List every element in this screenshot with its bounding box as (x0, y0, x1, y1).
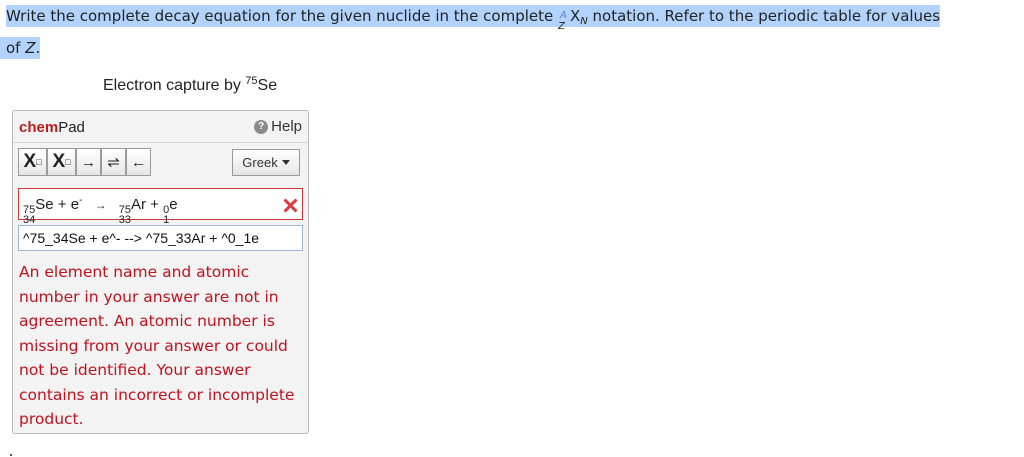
notation-neutron-number: N (580, 16, 588, 27)
notation-symbol: X (570, 7, 581, 25)
equilibrium-arrow-button[interactable]: ⇌ (101, 148, 126, 176)
question-line1-prefix: Write the complete decay equation for th… (6, 7, 558, 25)
reactant-atomic: 34 (23, 214, 36, 226)
question-line2-prefix: of (6, 39, 26, 57)
subscript-x-glyph: X (23, 151, 37, 172)
question-line1-suffix: notation. Refer to the periodic table fo… (587, 7, 941, 25)
right-arrow-button[interactable]: → (76, 148, 101, 176)
particle-atomic: 1 (163, 214, 170, 226)
plus-sign: + (150, 196, 159, 213)
subscript-button[interactable]: X □ (18, 148, 47, 176)
stray-dot (10, 454, 12, 456)
prompt-element: Se (257, 77, 278, 94)
subscript-box-glyph: □ (36, 157, 42, 167)
product-symbol: Ar (131, 196, 146, 213)
product-nuclide: 75 33 Ar (118, 196, 146, 226)
equation-display[interactable]: 75 34 Se + e- → 75 33 Ar + 01e (18, 188, 303, 226)
reactant-nuclide: 75 34 Se (23, 196, 54, 226)
chempad-title-chem: chem (19, 119, 59, 136)
chempad-toolbar: X □ X □ → ⇌ ← (18, 148, 151, 176)
reactant-symbol: Se (35, 196, 54, 213)
right-arrow-icon: → (81, 153, 96, 171)
problem-prompt: Electron capture by 75Se (103, 75, 278, 95)
prompt-text: Electron capture by (103, 77, 246, 94)
notation-prescripts: AZ (558, 8, 570, 32)
prompt-mass-number: 75 (245, 75, 258, 87)
electron: e- (70, 195, 83, 213)
chempad-title-pad: Pad (58, 119, 85, 136)
left-arrow-button[interactable]: ← (126, 148, 151, 176)
equilibrium-arrow-icon: ⇌ (107, 154, 120, 171)
help-label: Help (271, 118, 302, 135)
plus-sign: + (57, 196, 67, 213)
chempad-title: chemPad (19, 119, 85, 136)
question-line2-suffix: . (35, 39, 41, 57)
left-arrow-icon: ← (131, 153, 146, 171)
reaction-arrow-icon: → (94, 198, 107, 212)
incorrect-x-icon (282, 197, 298, 213)
caret-down-icon (281, 160, 290, 165)
product-particle: 01e (163, 196, 178, 226)
question-variable-z: Z (25, 39, 36, 57)
greek-label: Greek (242, 155, 278, 170)
superscript-box-glyph: □ (65, 157, 71, 167)
chempad-header: chemPad ? Help (13, 111, 308, 143)
rendered-equation: 75 34 Se + e- → 75 33 Ar + 01e (23, 195, 178, 226)
greek-dropdown[interactable]: Greek (232, 149, 300, 176)
product-atomic: 33 (118, 214, 131, 226)
feedback-message: An element name and atomic number in you… (19, 263, 295, 428)
chempad-panel: chemPad ? Help X □ X □ → ⇌ ← Greek 75 34 Se … (12, 110, 309, 434)
superscript-button[interactable]: X □ (47, 148, 76, 176)
electron-charge: - (79, 195, 83, 206)
question-text: Write the complete decay equation for th… (0, 3, 1020, 61)
superscript-x-glyph: X (52, 151, 66, 172)
particle-symbol: e (169, 196, 178, 213)
notation-atomic-number: Z (558, 21, 565, 32)
help-icon: ? (254, 119, 269, 134)
equation-text-input[interactable]: ^75_34Se + e^- --> ^75_33Ar + ^0_1e (18, 225, 303, 251)
help-button[interactable]: ? Help (254, 118, 302, 135)
electron-symbol: e (70, 196, 80, 213)
